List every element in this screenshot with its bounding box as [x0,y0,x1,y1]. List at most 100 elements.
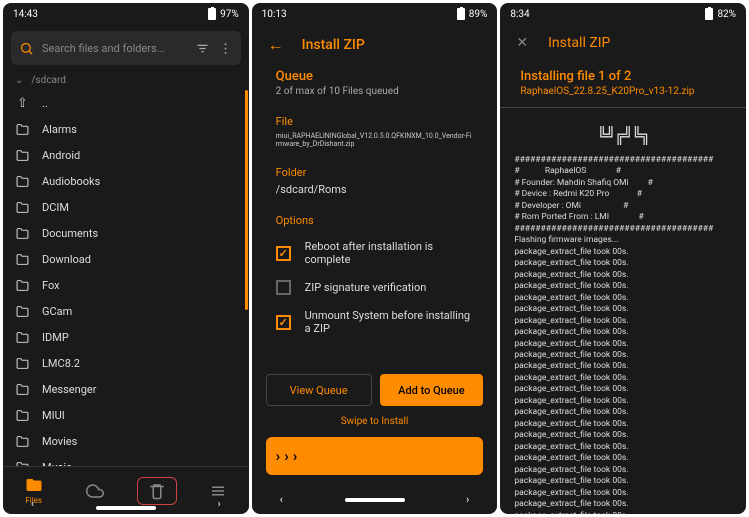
folder-row[interactable]: Music [3,454,249,466]
terminal-line: package_extract_file took 00s. [514,384,732,395]
terminal-line: package_extract_file took 00s. [514,339,732,350]
terminal-line: package_extract_file took 00s. [514,258,732,269]
nav-menu[interactable] [198,482,238,500]
terminal-line: package_extract_file took 00s. [514,270,732,281]
app-bar: ✕ Install ZIP [500,25,746,61]
swipe-to-install-slider[interactable]: › › › [266,437,484,475]
terminal-line: # Founder: Mahdin Shafiq OMi # [514,178,732,189]
clock: 14:43 [13,9,38,20]
terminal-line: ###################################### [514,155,732,166]
terminal-line: package_extract_file took 00s. [514,316,732,327]
view-queue-button[interactable]: View Queue [266,374,372,406]
up-directory[interactable]: ⇧ .. [3,90,249,116]
folder-row[interactable]: GCam [3,298,249,324]
terminal-line: package_extract_file took 00s. [514,396,732,407]
queue-subtext: 2 of max of 10 Files queued [276,86,474,97]
page-title: Install ZIP [548,35,610,51]
status-bar: 8:34 82% [500,3,746,25]
folder-label: Folder [276,166,474,179]
up-arrow-icon: ⇧ [15,96,30,111]
folder-row[interactable]: Movies [3,428,249,454]
folder-icon [15,357,30,370]
terminal-line: package_extract_file took 00s. [514,373,732,384]
chevron-right-icon: › [284,447,289,465]
folder-row[interactable]: MIUI [3,402,249,428]
chevron-right-icon: › [276,447,281,465]
swipe-label: Swipe to Install [252,416,498,427]
folder-row[interactable]: Download [3,246,249,272]
install-progress-title: Installing file 1 of 2 [520,69,726,84]
nav-cloud[interactable] [75,482,115,500]
terminal-line: package_extract_file took 00s. [514,430,732,441]
folder-icon [15,305,30,318]
recent-key[interactable]: › [466,493,469,506]
folder-row[interactable]: Fox [3,272,249,298]
checkbox-checked-icon[interactable] [276,315,291,330]
folder-icon [15,123,30,136]
option-unmount[interactable]: Unmount System before installing a ZIP [276,302,474,342]
twrp-logo: ╚╝╔╝╚╗ [500,118,746,153]
search-placeholder: Search files and folders... [42,42,187,55]
terminal-line: Flashing firmware images... [514,235,732,246]
app-bar: ← Install ZIP [252,25,498,65]
folder-icon [15,383,30,396]
folder-row[interactable]: Messenger [3,376,249,402]
option-reboot[interactable]: Reboot after installation is complete [276,233,474,273]
folder-row[interactable]: Audiobooks [3,168,249,194]
terminal-line: # Rom Ported From : LMI # [514,212,732,223]
terminal-line: package_extract_file took 00s. [514,442,732,453]
folder-row[interactable]: Alarms [3,116,249,142]
terminal-line: ###################################### [514,224,732,235]
folder-row[interactable]: DCIM [3,194,249,220]
folder-row[interactable]: LMC8.2 [3,350,249,376]
folder-icon [15,175,30,188]
status-bar: 14:43 97% [3,3,249,25]
file-list[interactable]: ⇧ .. AlarmsAndroidAudiobooksDCIMDocument… [3,90,249,466]
file-value[interactable]: miui_RAPHAELININGlobal_V12.0.5.0.QFKINXM… [276,132,474,148]
battery-icon [208,8,216,20]
back-key[interactable]: ‹ [280,493,283,506]
clock: 10:13 [262,9,287,20]
clock: 8:34 [510,9,529,20]
folder-icon [15,253,30,266]
search-bar[interactable]: Search files and folders... [11,31,241,65]
terminal-line: package_extract_file took 00s. [514,281,732,292]
terminal-line: package_extract_file took 00s. [514,327,732,338]
options-label: Options [276,214,474,227]
home-pill[interactable] [345,498,405,502]
system-nav: ‹ › [252,489,498,514]
home-pill[interactable] [96,506,156,510]
file-manager-screen: 14:43 97% Search files and folders... ⌄ … [3,3,249,514]
nav-trash[interactable] [137,477,177,505]
filter-icon[interactable] [195,41,210,56]
back-button[interactable]: ← [268,35,284,55]
nav-files[interactable]: Files [14,476,54,505]
terminal-line: # Device : Redmi K20 Pro # [514,189,732,200]
page-title: Install ZIP [302,37,365,53]
add-to-queue-button[interactable]: Add to Queue [380,374,484,406]
battery-percent: 97% [220,9,239,20]
file-label: File [276,115,474,128]
divider [500,107,746,108]
folder-value[interactable]: /sdcard/Roms [276,183,474,196]
folder-icon [15,201,30,214]
chevron-down-icon: ⌄ [15,75,23,86]
folder-row[interactable]: IDMP [3,324,249,350]
more-icon[interactable] [218,41,233,56]
battery-icon [705,8,713,20]
terminal-line: package_extract_file took 00s. [514,511,732,514]
folder-row[interactable]: Documents [3,220,249,246]
terminal-line: package_extract_file took 00s. [514,361,732,372]
terminal-line: package_extract_file took 00s. [514,499,732,510]
close-button[interactable]: ✕ [516,35,528,51]
checkbox-checked-icon[interactable] [276,246,291,261]
terminal-line: # RaphaelOS # [514,166,732,177]
breadcrumb[interactable]: ⌄ /sdcard [3,71,249,90]
folder-icon [15,227,30,240]
option-signature[interactable]: ZIP signature verification [276,273,474,302]
checkbox-unchecked-icon[interactable] [276,280,291,295]
terminal-line: package_extract_file took 00s. [514,465,732,476]
folder-row[interactable]: Android [3,142,249,168]
terminal-line: package_extract_file took 00s. [514,293,732,304]
terminal-line: package_extract_file took 00s. [514,407,732,418]
